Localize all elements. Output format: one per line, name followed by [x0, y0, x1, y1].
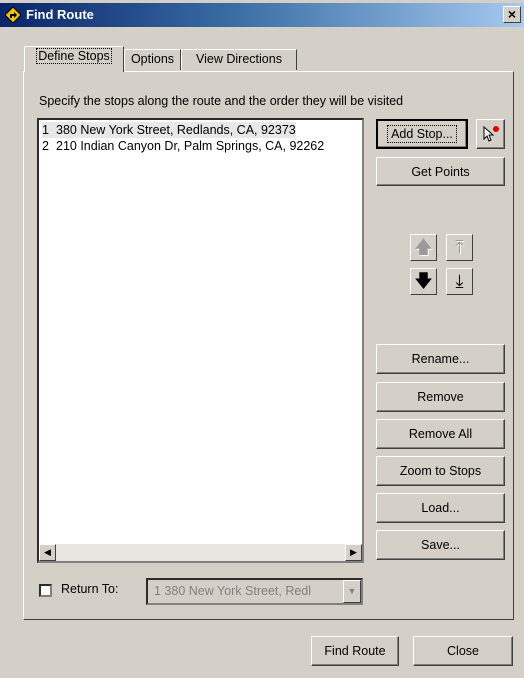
close-button[interactable]: Close — [413, 636, 513, 666]
zoom-to-stops-label: Zoom to Stops — [399, 464, 482, 478]
move-down-button[interactable]: 🡇 — [410, 268, 437, 295]
stops-list[interactable]: 1 380 New York Street, Redlands, CA, 9237… — [37, 118, 364, 563]
return-to-checkbox[interactable] — [39, 584, 52, 597]
scroll-right-button[interactable]: ▶ — [345, 544, 362, 561]
add-stop-button[interactable]: Add Stop... — [376, 119, 468, 149]
scroll-left-button[interactable]: ◀ — [39, 544, 56, 561]
return-to-select[interactable]: 1 380 New York Street, Redl ▼ — [146, 578, 363, 605]
load-button[interactable]: Load... — [376, 493, 505, 523]
move-to-bottom-button[interactable]: ⤓ — [446, 268, 473, 295]
pick-location-tool-button[interactable] — [476, 119, 505, 149]
close-icon: × — [507, 6, 517, 22]
chevron-down-icon: ▼ — [347, 586, 357, 596]
tab-options[interactable]: Options — [124, 49, 181, 70]
route-sign-icon — [5, 7, 21, 23]
arrow-down-icon: 🡇 — [414, 271, 433, 291]
stop-address: 210 Indian Canyon Dr, Palm Springs, CA, … — [56, 139, 325, 153]
stop-number: 2 — [42, 139, 49, 153]
list-item[interactable]: 1 380 New York Street, Redlands, CA, 9237… — [42, 122, 296, 138]
find-route-button[interactable]: Find Route — [311, 636, 399, 666]
get-points-label: Get Points — [411, 165, 470, 179]
arrow-to-bottom-icon: ⤓ — [455, 271, 464, 291]
remove-all-button[interactable]: Remove All — [376, 419, 505, 449]
stop-number: 1 — [42, 123, 49, 137]
close-window-button[interactable]: × — [503, 6, 521, 23]
tab-view-directions-label: View Directions — [196, 52, 282, 66]
find-route-label: Find Route — [324, 644, 386, 658]
list-item[interactable]: 2 210 Indian Canyon Dr, Palm Springs, CA,… — [42, 138, 324, 154]
dropdown-button[interactable]: ▼ — [343, 580, 361, 603]
horizontal-scrollbar[interactable]: ◀ ▶ — [39, 544, 362, 561]
arrow-left-icon: ◀ — [44, 547, 51, 557]
title-bar[interactable]: Find Route × — [0, 3, 524, 27]
remove-all-label: Remove All — [408, 427, 473, 441]
save-button[interactable]: Save... — [376, 530, 505, 560]
instructions-text: Specify the stops along the route and th… — [39, 94, 404, 108]
get-points-button[interactable]: Get Points — [376, 157, 505, 186]
arrow-up-icon: 🡅 — [414, 237, 433, 257]
close-label: Close — [447, 644, 479, 658]
return-to-value: 1 380 New York Street, Redl — [154, 584, 312, 598]
find-route-window: Find Route × Define Stops Options View D… — [0, 0, 524, 678]
arrow-right-icon: ▶ — [350, 547, 357, 557]
tab-define-stops[interactable]: Define Stops — [24, 46, 124, 72]
tab-view-directions[interactable]: View Directions — [181, 49, 297, 70]
rename-label: Rename... — [411, 352, 470, 366]
arrow-to-top-icon: ⤒ — [455, 237, 464, 257]
remove-button[interactable]: Remove — [376, 382, 505, 412]
add-stop-label: Add Stop... — [387, 125, 457, 143]
return-to-label: Return To: — [61, 582, 119, 596]
load-label: Load... — [421, 501, 460, 515]
tab-options-label: Options — [130, 52, 175, 66]
remove-label: Remove — [417, 390, 464, 404]
rename-button[interactable]: Rename... — [376, 344, 505, 374]
window-title: Find Route — [26, 7, 94, 22]
save-label: Save... — [421, 538, 460, 552]
zoom-to-stops-button[interactable]: Zoom to Stops — [376, 456, 505, 486]
stop-address: 380 New York Street, Redlands, CA, 92373 — [56, 123, 296, 137]
tab-define-stops-label: Define Stops — [36, 48, 112, 64]
cursor-dot-icon — [483, 125, 499, 142]
move-to-top-button[interactable]: ⤒ — [446, 234, 473, 261]
move-up-button[interactable]: 🡅 — [410, 234, 437, 261]
